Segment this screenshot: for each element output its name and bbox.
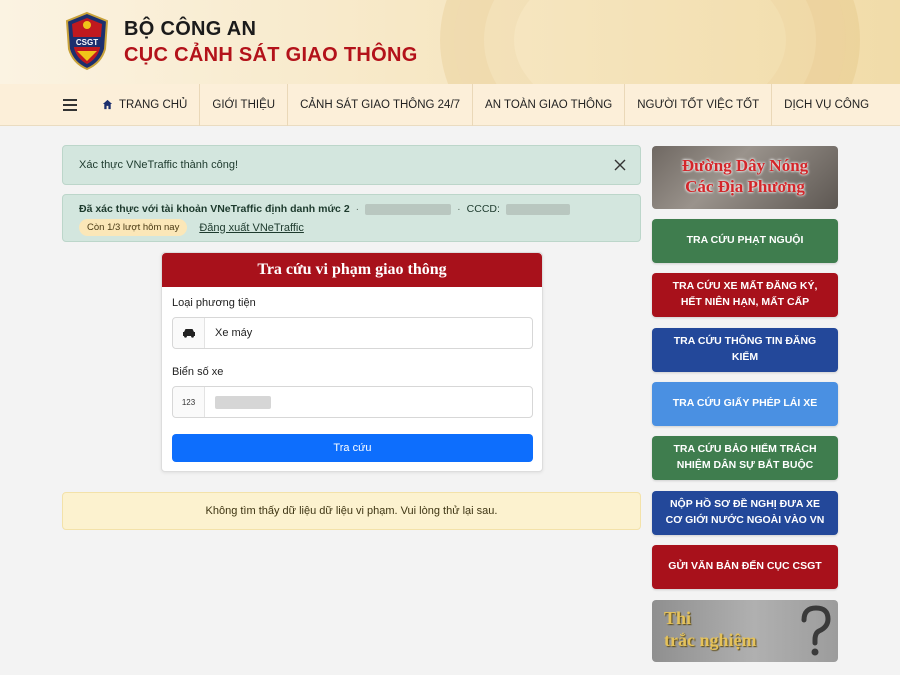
logo-text: CSGT (76, 38, 98, 47)
nav-item-label: GIỚI THIỆU (212, 98, 276, 111)
sidebar-button-label: TRA CỨU THÔNG TIN ĐĂNG KIỂM (673, 335, 817, 363)
vehicle-type-value: Xe máy (215, 327, 253, 339)
plate-number-input[interactable]: 123 (172, 386, 533, 418)
close-icon[interactable] (612, 157, 628, 173)
nav-item-public-services[interactable]: DỊCH VỤ CÔNG (772, 84, 881, 126)
hamburger-menu-icon[interactable] (50, 84, 90, 126)
plate-addon: 123 (173, 387, 205, 417)
quiz-banner[interactable]: Thi trắc nghiệm (652, 600, 838, 662)
sidebar-button-label: GỬI VĂN BẢN ĐẾN CỤC CSGT (668, 560, 822, 573)
redacted-plate-value (215, 395, 271, 409)
fine-lookup-button[interactable]: TRA CỨU PHẠT NGUỘI (652, 219, 838, 263)
site-header: CSGT BỘ CÔNG AN CỤC CẢNH SÁT GIAO THÔNG (0, 0, 900, 84)
vehicle-addon (173, 318, 205, 348)
car-icon (182, 329, 195, 338)
sidebar-button-label: TRA CỨU XE MẤT ĐĂNG KÝ, HẾT NIÊN HẠN, MẤ… (672, 280, 818, 308)
cccd-label: CCCD: (466, 203, 500, 215)
success-alert: Xác thực VNeTraffic thành công! (62, 145, 641, 185)
verification-info-alert: Đã xác thực với tài khoản VNeTraffic địn… (62, 194, 641, 242)
hotline-line1: Đường Dây Nóng (681, 156, 809, 175)
not-found-message: Không tìm thấy dữ liệu dữ liệu vi phạm. … (205, 505, 498, 517)
nav-item-traffic-safety[interactable]: AN TOÀN GIAO THÔNG (473, 83, 626, 126)
form-title: Tra cứu vi phạm giao thông (162, 253, 542, 287)
department-title: CỤC CẢNH SÁT GIAO THÔNG (124, 44, 418, 66)
quiz-line2: trắc nghiệm (664, 630, 757, 650)
send-document-button[interactable]: GỬI VĂN BẢN ĐẾN CỤC CSGT (652, 545, 838, 589)
success-message: Xác thực VNeTraffic thành công! (79, 159, 239, 171)
hotline-banner[interactable]: Đường Dây Nóng Các Địa Phương (652, 146, 838, 209)
sidebar-button-label: TRA CỨU PHẠT NGUỘI (686, 234, 804, 247)
redacted-cccd-value (505, 203, 570, 215)
violation-lookup-form: Tra cứu vi phạm giao thông Loại phương t… (161, 252, 543, 472)
remaining-quota-badge: Còn 1/3 lượt hôm nay (79, 219, 188, 236)
inspection-lookup-button[interactable]: TRA CỨU THÔNG TIN ĐĂNG KIỂM (652, 328, 838, 372)
sidebar-button-label: TRA CỨU BẢO HIỂM TRÁCH NHIỆM DÂN SỰ BẮT … (673, 443, 817, 471)
nav-item-about[interactable]: GIỚI THIỆU (200, 83, 289, 126)
header-decoration (440, 0, 860, 84)
nav-item-good-people[interactable]: NGƯỜI TỐT VIỆC TỐT (625, 83, 773, 126)
hotline-line2: Các Địa Phương (685, 177, 805, 196)
foreign-vehicle-submission-button[interactable]: NỘP HỒ SƠ ĐỀ NGHỊ ĐƯA XE CƠ GIỚI NƯỚC NG… (652, 491, 838, 535)
nav-item-label: TRANG CHỦ (119, 98, 188, 111)
lookup-button[interactable]: Tra cứu (172, 434, 533, 462)
vehicle-type-select[interactable]: Xe máy (172, 317, 533, 349)
csgt-logo[interactable]: CSGT (63, 11, 111, 71)
logout-vnetraffic-link[interactable]: Đăng xuất VNeTraffic (199, 222, 304, 234)
nav-item-traffic-police-247[interactable]: CẢNH SÁT GIAO THÔNG 24/7 (288, 83, 474, 126)
lost-vehicle-lookup-button[interactable]: TRA CỨU XE MẤT ĐĂNG KÝ, HẾT NIÊN HẠN, MẤ… (652, 273, 838, 317)
quiz-line1: Thi (664, 608, 692, 628)
nav-item-label: NGƯỜI TỐT VIỆC TỐT (637, 98, 760, 111)
question-mark-icon (801, 605, 831, 656)
driver-license-lookup-button[interactable]: TRA CỨU GIẤY PHÉP LÁI XE (652, 382, 838, 426)
not-found-alert: Không tìm thấy dữ liệu dữ liệu vi phạm. … (62, 492, 641, 530)
ministry-title: BỘ CÔNG AN (124, 18, 257, 40)
vehicle-type-label: Loại phương tiện (172, 297, 256, 309)
insurance-lookup-button[interactable]: TRA CỨU BẢO HIỂM TRÁCH NHIỆM DÂN SỰ BẮT … (652, 436, 838, 480)
nav-item-home[interactable]: TRANG CHỦ (90, 83, 201, 126)
plate-number-label: Biển số xe (172, 366, 224, 378)
home-icon (102, 99, 113, 110)
sidebar-button-label: NỘP HỒ SƠ ĐỀ NGHỊ ĐƯA XE CƠ GIỚI NƯỚC NG… (665, 498, 825, 526)
redacted-account-name (365, 203, 452, 215)
main-nav: TRANG CHỦ GIỚI THIỆU CẢNH SÁT GIAO THÔNG… (0, 83, 900, 126)
verified-account-text: Đã xác thực với tài khoản VNeTraffic địn… (79, 203, 350, 215)
sidebar-button-label: TRA CỨU GIẤY PHÉP LÁI XE (672, 397, 818, 410)
nav-item-label: AN TOÀN GIAO THÔNG (485, 98, 613, 111)
nav-item-label: DỊCH VỤ CÔNG (784, 98, 870, 111)
nav-item-label: CẢNH SÁT GIAO THÔNG 24/7 (300, 98, 461, 111)
